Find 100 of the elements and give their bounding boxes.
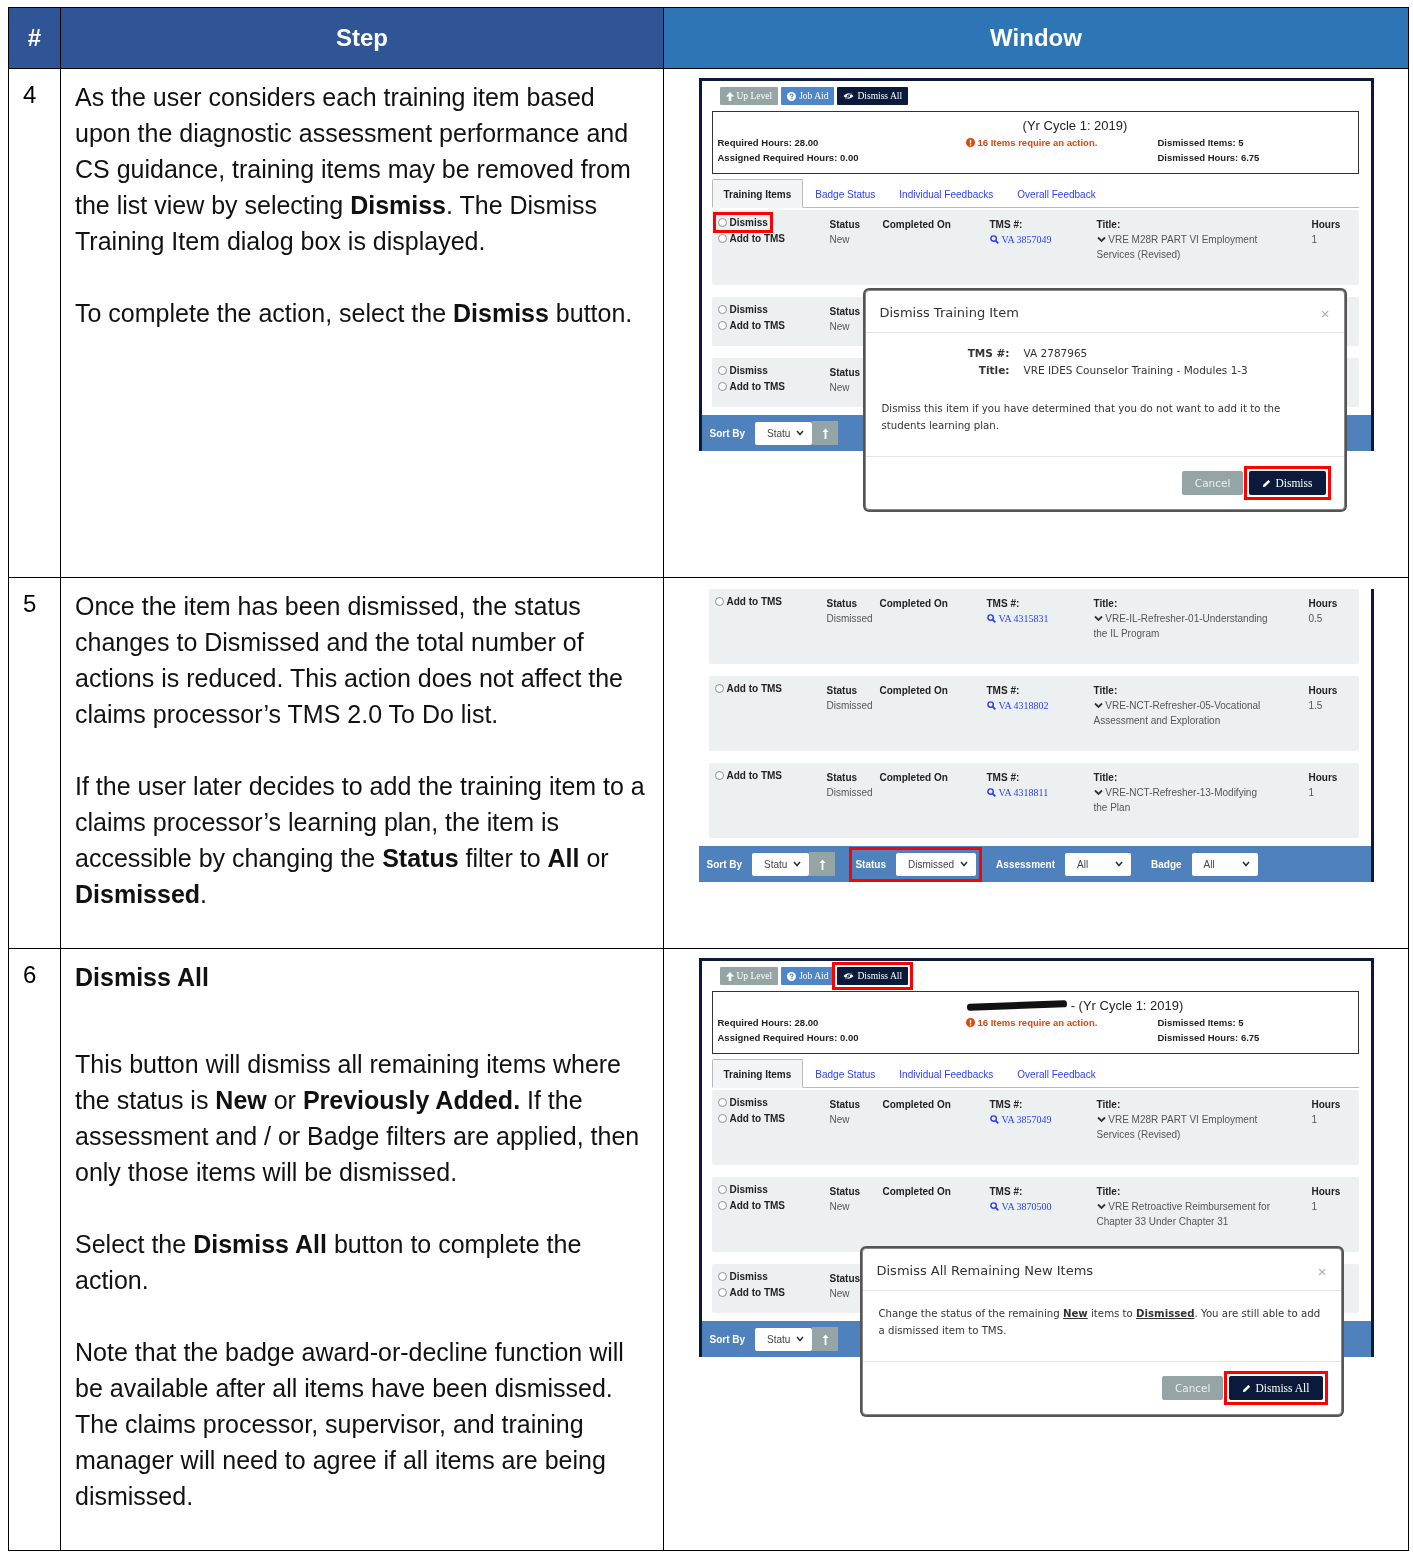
field-label: Title: <box>1096 1185 1122 1199</box>
eye-slash-icon <box>843 92 855 100</box>
tab[interactable]: Badge Status <box>803 1059 888 1088</box>
dialog-message: Change the status of the remaining New items to Dismissed. You are still able to add a dismissed item to TMS. <box>878 1307 1322 1338</box>
field-label: Hours <box>1311 1098 1342 1112</box>
radio-option[interactable]: Dismiss <box>717 365 768 376</box>
search-icon <box>986 701 996 710</box>
tab[interactable]: Badge Status <box>803 179 888 208</box>
sort-order-button[interactable] <box>812 421 839 445</box>
search-icon <box>989 1115 999 1124</box>
radio-option[interactable]: Add to TMS <box>714 683 783 694</box>
field-value: 0.5 <box>1308 612 1324 626</box>
radio-option[interactable]: Dismiss <box>717 1184 768 1195</box>
field-label: Hours <box>1308 771 1339 785</box>
chevron-down-icon <box>1093 702 1103 709</box>
column-header: Step <box>61 8 664 69</box>
item-title: VRE M28R PART VI Employment Services (Revised) <box>1096 1113 1259 1142</box>
chevron-down-icon <box>1115 861 1124 867</box>
tms-link[interactable]: VA 4318802 <box>986 698 1094 713</box>
search-icon <box>989 235 999 244</box>
field-label: Status <box>829 1098 862 1112</box>
field-label: Hours <box>1311 1185 1342 1199</box>
radio-option[interactable]: Dismiss <box>717 304 768 315</box>
select-field[interactable]: Statu <box>755 421 813 445</box>
step-number: 6 <box>23 961 37 988</box>
radio-option[interactable]: Add to TMS <box>717 233 786 244</box>
toolbar-button[interactable]: Job Aid <box>781 87 835 105</box>
select-field[interactable]: Statu <box>752 852 810 876</box>
radio-option[interactable]: Add to TMS <box>714 770 783 781</box>
up-arrow-icon <box>818 858 826 870</box>
radio-option[interactable]: Add to TMS <box>717 1113 786 1124</box>
toolbar-button[interactable]: Job Aid <box>781 967 835 985</box>
pencil-icon <box>1242 1383 1252 1393</box>
tab[interactable]: Training Items <box>711 179 804 208</box>
field-label: Title: <box>977 364 1010 376</box>
field-value: New <box>829 233 851 247</box>
dismissed-items: Dismissed Items: 5 <box>1157 136 1245 150</box>
field-label: Completed On <box>879 684 949 698</box>
summary-title: (Yr Cycle 1: 2019) <box>1022 118 1128 133</box>
step-heading: Dismiss All <box>75 962 210 993</box>
select-field[interactable]: Statu <box>755 1327 813 1351</box>
toolbar-button[interactable]: Dismiss All <box>837 967 909 985</box>
tab[interactable]: Overall Feedback <box>1005 1059 1108 1088</box>
field-value: Dismissed <box>826 612 874 626</box>
dialog-title: Dismiss All Remaining New Items <box>876 1263 1094 1278</box>
step-text: Once the item has been dismissed, the status changes to Dismissed and the total number of actions is reduced. This action does not affect the claims processor’s TMS 2.0 To Do list. <box>75 591 625 730</box>
tms-link[interactable]: VA 4318811 <box>986 785 1094 800</box>
up-arrow-icon <box>725 971 734 981</box>
tab[interactable]: Training Items <box>711 1059 804 1088</box>
chevron-down-icon <box>1241 861 1250 867</box>
field-label: TMS #: <box>986 597 1021 611</box>
radio-option[interactable]: Dismiss <box>717 1097 768 1108</box>
tms-link[interactable]: VA 3857049 <box>989 1112 1097 1127</box>
chevron-down-icon <box>796 1336 805 1342</box>
search-icon <box>986 614 996 623</box>
item-title: VRE-IL-Refresher-01-Understanding the IL Program <box>1093 612 1269 641</box>
tms-link[interactable]: VA 4315831 <box>986 611 1094 626</box>
select-field[interactable]: All <box>1191 852 1258 876</box>
field-label: Hours <box>1311 218 1342 232</box>
select-field[interactable]: Dismissed <box>896 852 977 876</box>
field-label: Completed On <box>879 771 949 785</box>
dialog-message: Dismiss this item if you have determined that you do not want to add it to the students learning plan. <box>881 402 1282 433</box>
tab[interactable]: Individual Feedbacks <box>887 1059 1006 1088</box>
confirm-button[interactable]: Dismiss All <box>1229 1376 1323 1400</box>
required-hours: Required Hours: 28.00 <box>717 136 820 150</box>
field-label: Status <box>826 597 859 611</box>
confirm-button[interactable]: Dismiss <box>1249 471 1326 495</box>
tms-link[interactable]: VA 3857049 <box>989 232 1097 247</box>
field-value: New <box>829 1200 851 1214</box>
step-number: 4 <box>23 81 37 108</box>
tms-link[interactable]: VA 3870500 <box>989 1199 1097 1214</box>
step-text: Note that the badge award-or-decline function will be available after all items have been dismissed. The claims processor, supervisor, and training manager will need to agree if all items are being dismissed. <box>75 1337 625 1512</box>
radio-option[interactable]: Add to TMS <box>717 320 786 331</box>
field-value: New <box>829 320 851 334</box>
chevron-down-icon <box>960 861 969 867</box>
field-label: Title: <box>1093 684 1119 698</box>
sort-order-button[interactable] <box>812 1327 839 1351</box>
radio-option[interactable]: Add to TMS <box>717 381 786 392</box>
up-arrow-icon <box>821 1333 829 1345</box>
field-label: TMS #: <box>986 771 1021 785</box>
field-label: Status <box>829 1185 862 1199</box>
radio-option[interactable]: Add to TMS <box>714 596 783 607</box>
field-label: Status <box>829 305 862 319</box>
field-label: TMS #: <box>989 1185 1024 1199</box>
chevron-down-icon <box>1093 615 1103 622</box>
radio-option[interactable]: Add to TMS <box>717 1287 786 1298</box>
item-title: VRE Retroactive Reimbursement for Chapter 33 Under Chapter 31 <box>1096 1200 1271 1229</box>
radio-option[interactable]: Add to TMS <box>717 1200 786 1211</box>
filter-label: Assessment <box>996 858 1056 870</box>
tab[interactable]: Overall Feedback <box>1005 179 1108 208</box>
sort-order-button[interactable] <box>809 852 836 876</box>
tab[interactable]: Individual Feedbacks <box>887 179 1006 208</box>
filter-label: Sort By <box>709 1333 746 1345</box>
field-label: Completed On <box>882 1185 952 1199</box>
radio-option[interactable]: Dismiss <box>717 1271 768 1282</box>
select-field[interactable]: All <box>1065 852 1132 876</box>
field-value: Dismissed <box>826 786 874 800</box>
chevron-down-icon <box>1096 1203 1106 1210</box>
filter-label: Badge <box>1151 858 1182 870</box>
toolbar-button[interactable]: Dismiss All <box>837 87 909 105</box>
